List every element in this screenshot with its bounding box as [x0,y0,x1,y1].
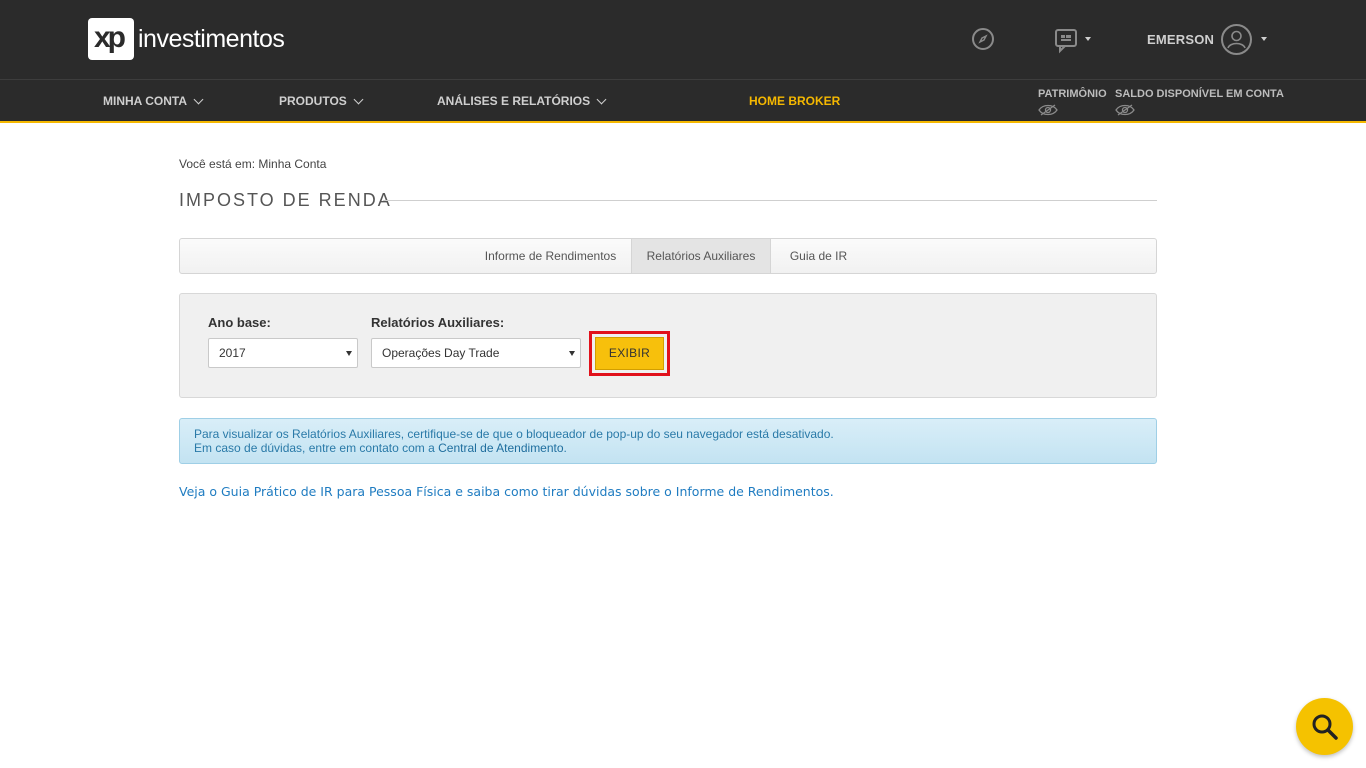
search-fab-button[interactable] [1296,698,1353,755]
saldo-label: SALDO DISPONÍVEL EM CONTA [1115,88,1284,100]
exibir-button[interactable]: EXIBIR [595,337,664,370]
tab-informe-rendimentos[interactable]: Informe de Rendimentos [470,239,631,273]
guia-pratico-link[interactable]: Veja o Guia Prático de IR para Pessoa Fí… [179,484,834,499]
user-menu-caret-icon[interactable] [1261,37,1267,41]
search-icon [1312,714,1338,740]
top-header: xp investimentos EMERSON [0,0,1366,79]
tab-guia-ir[interactable]: Guia de IR [771,239,866,273]
ir-tabs: Informe de Rendimentos Relatórios Auxili… [179,238,1157,274]
main-nav: MINHA CONTA PRODUTOS ANÁLISES E RELATÓRI… [0,79,1366,123]
breadcrumb: Você está em: Minha Conta [179,157,327,171]
dropdown-arrow-icon [346,351,352,356]
chat-menu-button[interactable] [1054,28,1094,54]
page-title: IMPOSTO DE RENDA [179,190,392,210]
title-divider [383,200,1157,201]
nav-home-broker[interactable]: HOME BROKER [749,94,840,108]
avatar-icon[interactable] [1221,24,1252,55]
tab-relatorios-auxiliares[interactable]: Relatórios Auxiliares [631,239,771,273]
popup-alert: Para visualizar os Relatórios Auxiliares… [179,418,1157,464]
year-select[interactable]: 2017 [208,338,358,368]
filter-panel: Ano base: 2017 Relatórios Auxiliares: Op… [179,293,1157,398]
nav-analises-relatorios[interactable]: ANÁLISES E RELATÓRIOS [437,94,607,108]
xp-logo[interactable]: xp investimentos [88,18,285,60]
eye-hidden-icon[interactable] [1115,104,1135,116]
nav-produtos[interactable]: PRODUTOS [279,94,364,108]
logo-text: investimentos [138,24,285,53]
dropdown-arrow-icon [569,351,575,356]
year-label: Ano base: [208,315,271,330]
exibir-highlight: EXIBIR [589,331,670,376]
user-name[interactable]: EMERSON [1147,32,1214,47]
chevron-down-icon [1085,37,1091,41]
chevron-down-icon [596,94,607,104]
compass-icon[interactable] [972,28,994,50]
patrimonio-label: PATRIMÔNIO [1038,88,1107,100]
eye-hidden-icon[interactable] [1038,104,1058,116]
chat-icon [1055,29,1077,54]
alert-line-2: Em caso de dúvidas, entre em contato com… [194,441,567,455]
chevron-down-icon [353,94,364,104]
chevron-down-icon [193,94,204,104]
logo-mark: xp [88,18,134,60]
report-label: Relatórios Auxiliares: [371,315,505,330]
central-atendimento-link[interactable]: Central de Atendimento [438,441,563,455]
alert-line-1: Para visualizar os Relatórios Auxiliares… [194,427,834,441]
nav-minha-conta[interactable]: MINHA CONTA [103,94,204,108]
report-select[interactable]: Operações Day Trade [371,338,581,368]
